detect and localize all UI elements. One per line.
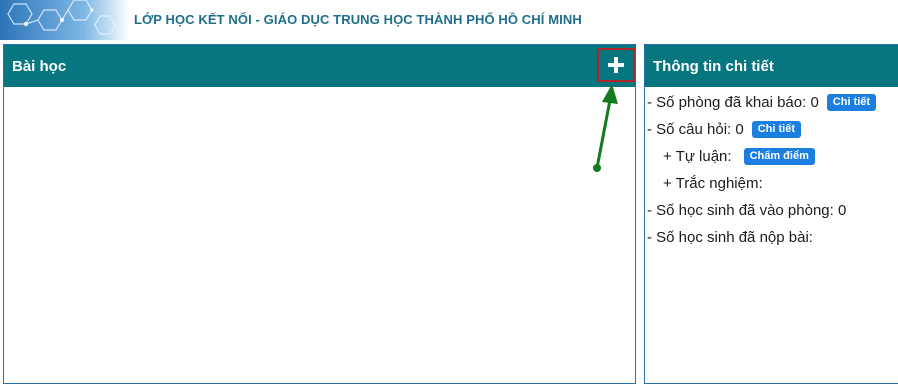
- details-panel-header: Thông tin chi tiết: [645, 45, 898, 87]
- questions-row: - Số câu hỏi: 0 Chi tiết: [647, 116, 898, 143]
- plus-icon: [608, 57, 624, 73]
- rooms-detail-button[interactable]: Chi tiết: [826, 94, 877, 111]
- details-panel: Thông tin chi tiết - Số phòng đã khai bá…: [644, 44, 898, 384]
- details-list: - Số phòng đã khai báo: 0 Chi tiết - Số …: [645, 87, 898, 251]
- app-title: LỚP HỌC KẾT NỐI - GIÁO DỤC TRUNG HỌC THÀ…: [134, 12, 582, 27]
- students-submitted-label: - Số học sinh đã nộp bài:: [647, 229, 813, 246]
- details-panel-title: Thông tin chi tiết: [653, 57, 774, 75]
- multiple-choice-row: + Trắc nghiệm:: [647, 170, 898, 197]
- grade-button[interactable]: Chấm điểm: [743, 148, 815, 165]
- essay-label: + Tự luận:: [663, 148, 732, 165]
- students-submitted-row: - Số học sinh đã nộp bài:: [647, 224, 898, 251]
- questions-detail-button[interactable]: Chi tiết: [751, 121, 802, 138]
- add-lesson-button[interactable]: [597, 48, 635, 82]
- hexagon-banner-decoration: [0, 0, 130, 40]
- multiple-choice-label: + Trắc nghiệm:: [663, 175, 763, 192]
- lessons-panel: Bài học: [3, 44, 636, 384]
- students-entered-row: - Số học sinh đã vào phòng: 0: [647, 197, 898, 224]
- top-banner: LỚP HỌC KẾT NỐI - GIÁO DỤC TRUNG HỌC THÀ…: [0, 0, 898, 40]
- lessons-panel-header: Bài học: [4, 45, 635, 87]
- questions-label: - Số câu hỏi: 0: [647, 121, 744, 138]
- lessons-panel-title: Bài học: [12, 57, 67, 75]
- essay-row: + Tự luận: Chấm điểm: [647, 143, 898, 170]
- students-entered-label: - Số học sinh đã vào phòng: 0: [647, 202, 847, 219]
- rooms-declared-label: - Số phòng đã khai báo: 0: [647, 94, 819, 111]
- rooms-declared-row: - Số phòng đã khai báo: 0 Chi tiết: [647, 89, 898, 116]
